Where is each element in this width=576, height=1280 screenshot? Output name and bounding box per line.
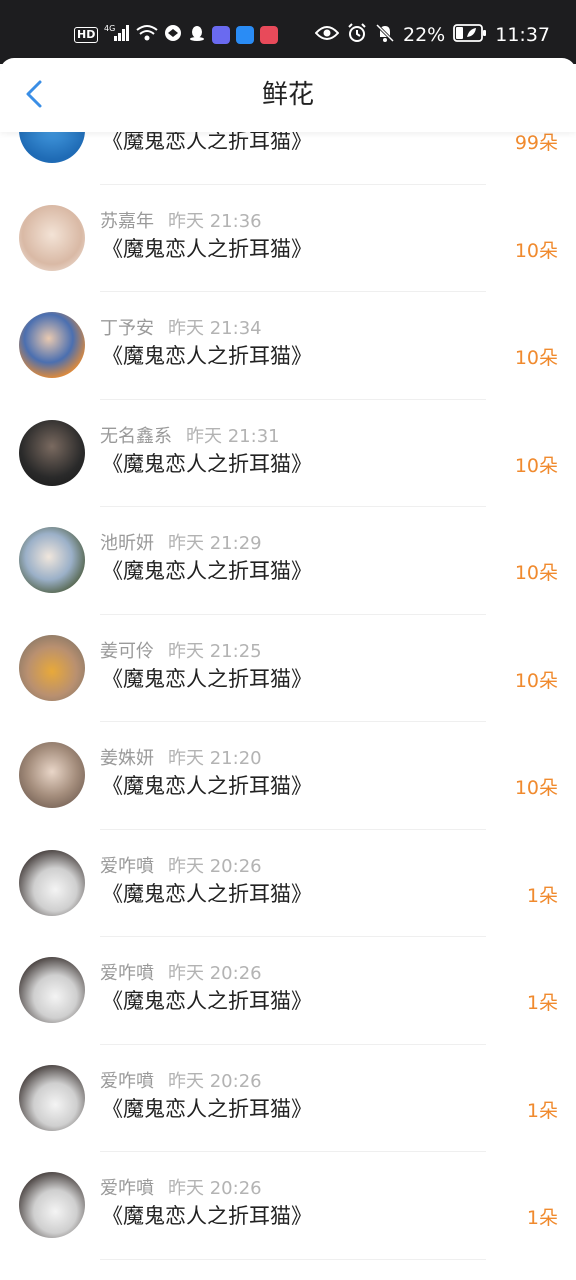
alarm-icon — [347, 23, 367, 47]
book-title[interactable]: 《魔鬼恋人之折耳猫》 — [102, 878, 312, 910]
user-meta: 池昕妍 昨天 21:29 — [100, 529, 262, 555]
avatar[interactable] — [19, 204, 85, 271]
flower-count: 10朵 — [514, 347, 558, 369]
flower-count: 99朵 — [514, 132, 558, 154]
gift-time: 昨天 20:26 — [168, 855, 262, 877]
avatar[interactable] — [19, 527, 85, 593]
battery-icon — [453, 24, 487, 46]
reader-app-icon — [260, 26, 279, 44]
avatar[interactable] — [19, 419, 85, 486]
flower-count: 10朵 — [514, 562, 558, 584]
flower-count: 1朵 — [526, 884, 558, 907]
gift-time: 昨天 21:20 — [168, 748, 262, 769]
book-title[interactable]: 《魔鬼恋人之折耳猫》 — [102, 985, 312, 1017]
user-name[interactable]: 苏嘉年 — [100, 211, 154, 232]
flower-count: 10朵 — [514, 239, 558, 262]
user-meta: 爱咋噴 昨天 20:26 — [100, 1174, 262, 1200]
user-meta: 爱咋噴 昨天 20:26 — [100, 1067, 262, 1093]
gift-time: 昨天 21:34 — [168, 318, 262, 339]
user-name[interactable]: 爱咋噴 — [100, 1178, 154, 1199]
music-app-icon — [212, 26, 231, 44]
flower-gift-list[interactable]: LGC王源故事昨天 23:07《魔鬼恋人之折耳猫》99朵苏嘉年昨天 21:36《… — [0, 132, 576, 1280]
eye-icon — [314, 25, 340, 45]
book-title[interactable]: 《魔鬼恋人之折耳猫》 — [102, 1200, 312, 1232]
gift-time: 昨天 20:26 — [168, 1070, 262, 1092]
divider — [100, 1258, 486, 1260]
list-item[interactable]: 爱咋噴 昨天 20:26 《魔鬼恋人之折耳猫》 1朵 — [0, 937, 576, 1045]
user-name[interactable]: 爱咋噴 — [100, 856, 154, 877]
book-title[interactable]: 《魔鬼恋人之折耳猫》 — [102, 340, 312, 372]
gift-time: 昨天 21:25 — [168, 640, 262, 662]
book-title[interactable]: 《魔鬼恋人之折耳猫》 — [102, 1093, 312, 1125]
gift-time: 昨天 21:29 — [168, 533, 262, 554]
gift-time: 昨天 21:36 — [168, 210, 262, 232]
status-right: 22% 11:37 — [314, 22, 550, 48]
user-name[interactable]: 姜可伶 — [100, 641, 154, 662]
network-label: 4G — [104, 24, 115, 33]
list-item[interactable]: LGC王源故事昨天 23:07《魔鬼恋人之折耳猫》99朵 — [0, 132, 576, 185]
list-item[interactable]: 爱咋噴 昨天 20:26 《魔鬼恋人之折耳猫》 1朵 — [0, 1152, 576, 1260]
user-name[interactable]: 无名鑫系 — [100, 426, 172, 447]
avatar[interactable] — [19, 1064, 85, 1131]
avatar[interactable] — [19, 957, 85, 1023]
list-item[interactable]: 爱咋噴 昨天 20:26 《魔鬼恋人之折耳猫》 1朵 — [0, 1045, 576, 1152]
user-meta: 爱咋噴 昨天 20:26 — [100, 959, 262, 985]
flower-count: 1朵 — [526, 1099, 558, 1122]
flower-count: 1朵 — [526, 1207, 558, 1229]
user-name[interactable]: 姜姝妍 — [100, 748, 154, 769]
book-title[interactable]: 《魔鬼恋人之折耳猫》 — [102, 663, 312, 695]
app-notification-icon — [164, 24, 182, 46]
flower-count: 10朵 — [514, 669, 558, 692]
user-meta: 姜可伶 昨天 21:25 — [100, 637, 262, 663]
flower-count: 10朵 — [514, 454, 558, 477]
signal-icon: 4G — [104, 23, 130, 47]
list-item[interactable]: 姜姝妍 昨天 21:20 《魔鬼恋人之折耳猫》 10朵 — [0, 722, 576, 830]
avatar[interactable] — [19, 634, 85, 701]
user-name[interactable]: 爱咋噴 — [100, 1071, 154, 1092]
status-left: HD 4G — [74, 22, 279, 48]
nav-header: 鲜花 — [0, 58, 576, 132]
page-title: 鲜花 — [261, 80, 314, 110]
avatar[interactable] — [19, 849, 85, 916]
flower-count: 1朵 — [526, 992, 558, 1014]
user-name[interactable]: 爱咋噴 — [100, 963, 154, 984]
book-title[interactable]: 《魔鬼恋人之折耳猫》 — [102, 448, 312, 480]
avatar[interactable] — [19, 1172, 85, 1238]
avatar[interactable] — [19, 132, 85, 163]
wifi-icon — [136, 24, 158, 46]
list-item[interactable]: 爱咋噴 昨天 20:26 《魔鬼恋人之折耳猫》 1朵 — [0, 830, 576, 937]
list-item[interactable]: 池昕妍 昨天 21:29 《魔鬼恋人之折耳猫》 10朵 — [0, 507, 576, 615]
book-title[interactable]: 《魔鬼恋人之折耳猫》 — [102, 233, 312, 265]
gift-time: 昨天 20:26 — [168, 1178, 262, 1199]
book-title[interactable]: 《魔鬼恋人之折耳猫》 — [102, 770, 312, 802]
list-item[interactable]: 姜可伶 昨天 21:25 《魔鬼恋人之折耳猫》 10朵 — [0, 615, 576, 722]
book-title[interactable]: 《魔鬼恋人之折耳猫》 — [102, 132, 312, 157]
list-item[interactable]: 丁予安 昨天 21:34 《魔鬼恋人之折耳猫》 10朵 — [0, 292, 576, 400]
status-bar: HD 4G 22% 11:37 — [0, 0, 576, 64]
user-meta: 爱咋噴 昨天 20:26 — [100, 852, 262, 878]
gift-time: 昨天 20:26 — [168, 963, 262, 984]
qq-icon — [188, 24, 206, 46]
avatar[interactable] — [19, 742, 85, 808]
user-meta: 无名鑫系 昨天 21:31 — [100, 422, 280, 448]
user-meta: 姜姝妍 昨天 21:20 — [100, 744, 262, 770]
search-app-icon — [236, 26, 255, 44]
list-item[interactable]: 苏嘉年 昨天 21:36 《魔鬼恋人之折耳猫》 10朵 — [0, 185, 576, 292]
user-name[interactable]: 丁予安 — [100, 318, 154, 339]
gift-time: 昨天 21:31 — [186, 425, 280, 447]
user-meta: 苏嘉年 昨天 21:36 — [100, 207, 262, 233]
battery-percent: 22% — [403, 24, 446, 46]
book-title[interactable]: 《魔鬼恋人之折耳猫》 — [102, 555, 312, 587]
flower-count: 10朵 — [514, 777, 558, 799]
mute-icon — [375, 23, 395, 47]
hd-badge: HD — [74, 27, 99, 43]
user-meta: 丁予安 昨天 21:34 — [100, 314, 262, 340]
avatar[interactable] — [19, 312, 85, 378]
flower-gift-list-inner: LGC王源故事昨天 23:07《魔鬼恋人之折耳猫》99朵苏嘉年昨天 21:36《… — [0, 132, 576, 1260]
clock: 11:37 — [495, 24, 550, 46]
list-item[interactable]: 无名鑫系 昨天 21:31 《魔鬼恋人之折耳猫》 10朵 — [0, 400, 576, 507]
user-name[interactable]: 池昕妍 — [100, 533, 154, 554]
